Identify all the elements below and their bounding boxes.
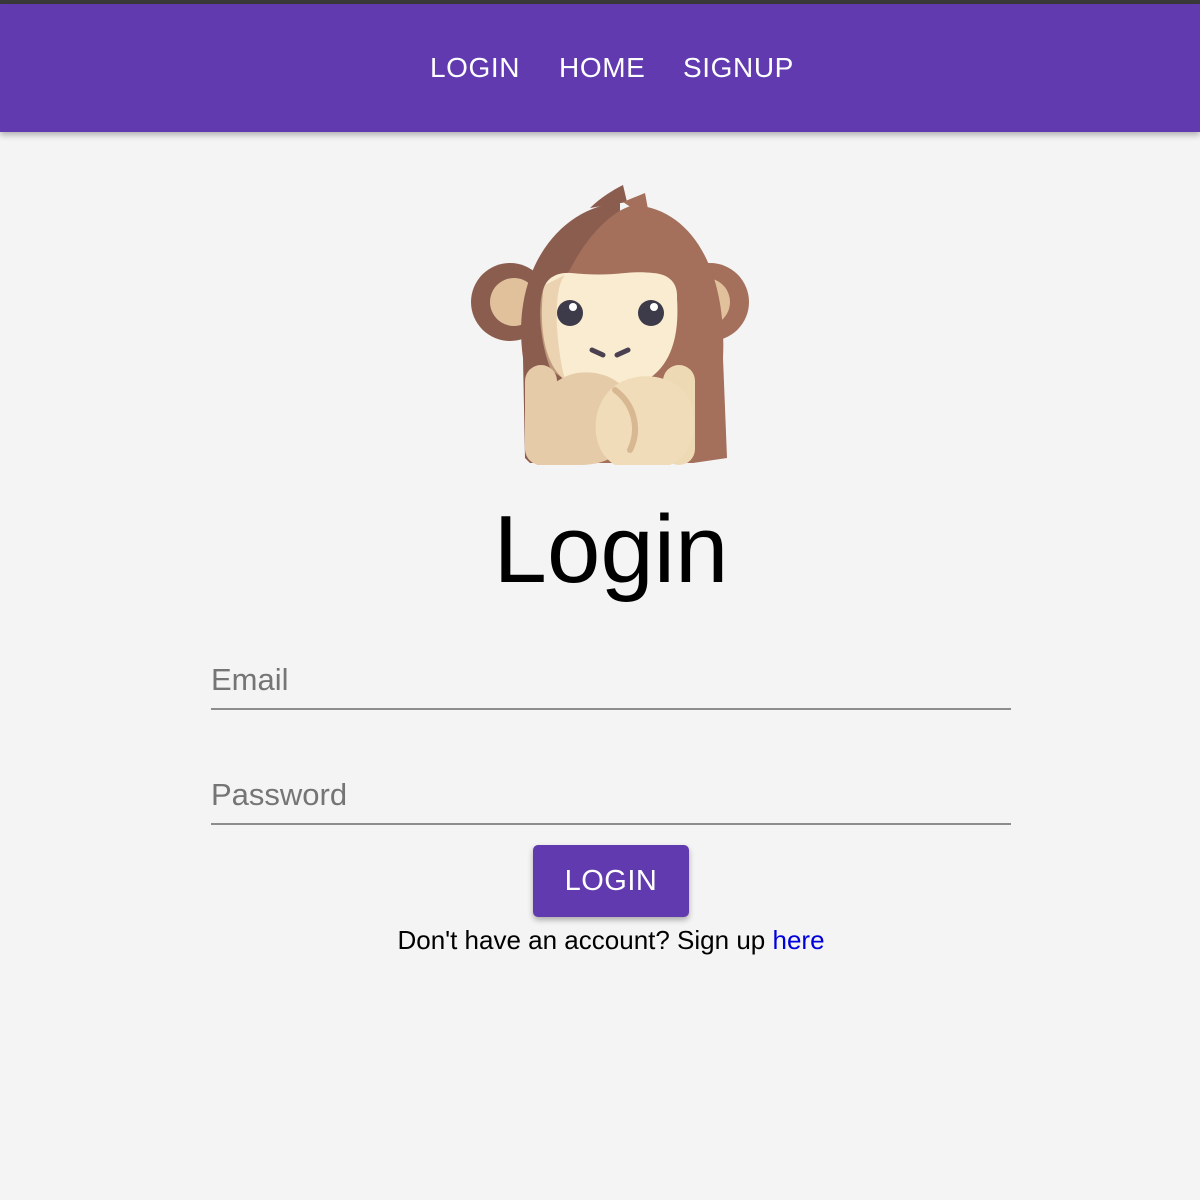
page-title: Login <box>493 496 729 603</box>
nav-item-signup[interactable]: SIGNUP <box>683 50 794 86</box>
signup-prompt-text: Don't have an account? Sign up <box>397 925 766 955</box>
monkey-tuft <box>590 185 627 208</box>
password-field[interactable] <box>211 767 1011 825</box>
nav-item-login[interactable]: LOGIN <box>430 50 520 86</box>
monkey-logo-icon <box>471 185 749 465</box>
monkey-left-eye <box>557 300 583 326</box>
monkey-right-eye <box>638 300 664 326</box>
nav-item-home[interactable]: HOME <box>559 50 645 86</box>
signup-prompt: Don't have an account? Sign up here <box>0 922 1200 958</box>
password-input[interactable] <box>211 767 1011 823</box>
email-field[interactable] <box>211 652 1011 710</box>
monkey-left-eye-shine <box>569 303 577 311</box>
monkey-right-eye-shine <box>650 303 658 311</box>
email-input[interactable] <box>211 652 1011 708</box>
login-button[interactable]: LOGIN <box>533 845 689 917</box>
signup-link[interactable]: here <box>772 925 824 955</box>
top-navbar: LOGIN HOME SIGNUP <box>0 4 1200 132</box>
